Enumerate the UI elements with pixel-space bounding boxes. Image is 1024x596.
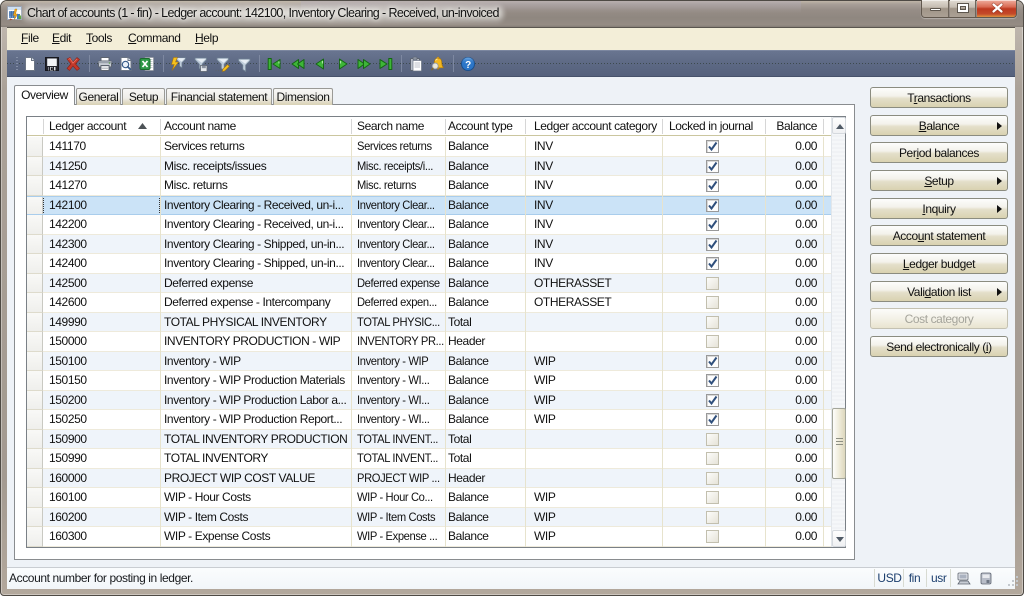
- svg-text:?: ?: [465, 60, 471, 71]
